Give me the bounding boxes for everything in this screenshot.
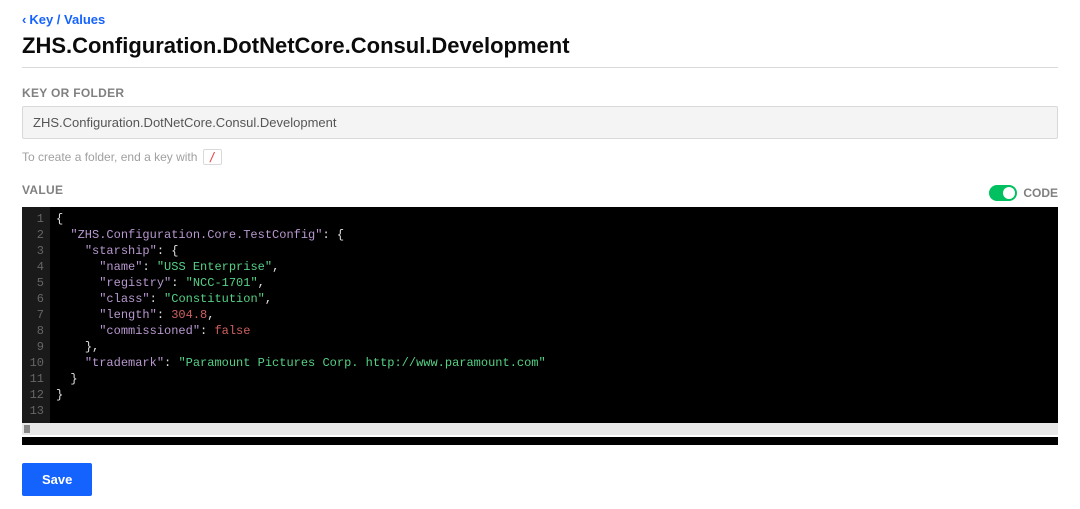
chevron-left-icon: ‹ xyxy=(22,12,26,27)
code-toggle-label: CODE xyxy=(1023,186,1058,200)
breadcrumb-label: Key / Values xyxy=(29,12,105,27)
page-title: ZHS.Configuration.DotNetCore.Consul.Deve… xyxy=(22,33,1058,68)
key-hint-slash: / xyxy=(203,149,222,165)
value-field-label: VALUE xyxy=(22,183,63,197)
save-button[interactable]: Save xyxy=(22,463,92,496)
key-hint: To create a folder, end a key with / xyxy=(22,149,1058,165)
key-field-label: KEY OR FOLDER xyxy=(22,86,1058,100)
breadcrumb[interactable]: ‹Key / Values xyxy=(22,12,1058,27)
editor-scrollbar[interactable] xyxy=(22,423,1058,435)
editor-gutter: 12345678910111213 xyxy=(22,207,50,423)
code-toggle[interactable] xyxy=(989,185,1017,201)
code-editor[interactable]: 12345678910111213 { "ZHS.Configuration.C… xyxy=(22,207,1058,435)
key-input[interactable] xyxy=(22,106,1058,139)
key-hint-text: To create a folder, end a key with xyxy=(22,150,197,164)
editor-code[interactable]: { "ZHS.Configuration.Core.TestConfig": {… xyxy=(50,207,1058,423)
editor-bottom-bar xyxy=(22,437,1058,445)
